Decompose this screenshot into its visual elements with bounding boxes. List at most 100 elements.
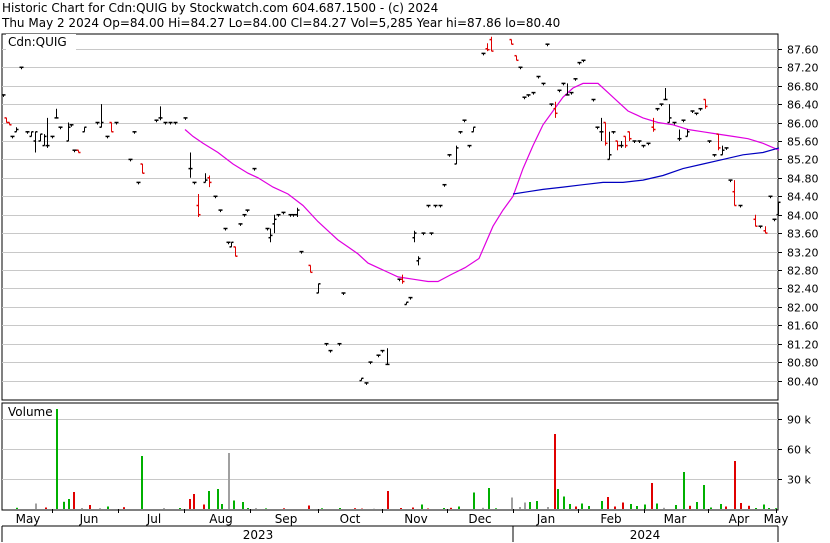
volume-bar — [141, 456, 143, 509]
volume-tick-label: 60 k — [787, 444, 811, 457]
volume-bar — [63, 501, 65, 509]
volume-bar — [755, 508, 757, 509]
volume-bar — [265, 508, 267, 509]
volume-bar — [703, 485, 705, 509]
month-label: Dec — [468, 512, 491, 526]
volume-bar — [283, 508, 285, 509]
price-tick-label: 84.40 — [787, 191, 819, 204]
volume-label: Volume — [8, 405, 53, 419]
volume-bar — [720, 504, 722, 509]
volume-bar — [734, 461, 736, 509]
price-panel — [1, 33, 779, 401]
volume-bar — [308, 505, 310, 509]
volume-bar — [217, 489, 219, 509]
year-label-2024: 2024 — [630, 528, 661, 542]
volume-bar — [748, 505, 750, 509]
volume-bar — [675, 505, 677, 509]
chart-header-line1: Historic Chart for Cdn:QUIG by Stockwatc… — [2, 1, 438, 15]
price-tick-label: 84.00 — [787, 210, 819, 223]
month-label: Sep — [275, 512, 298, 526]
price-tick-label: 87.20 — [787, 62, 819, 75]
volume-bar — [458, 506, 460, 509]
price-tick-label: 80.80 — [787, 357, 819, 370]
month-label: Nov — [404, 512, 427, 526]
volume-bar — [710, 507, 712, 509]
volume-bar — [768, 508, 770, 509]
volume-bar — [696, 502, 698, 509]
price-tick-label: 81.20 — [787, 339, 819, 352]
volume-bar — [569, 504, 571, 509]
price-tick-label: 85.60 — [787, 136, 819, 149]
volume-bar — [99, 508, 101, 509]
volume-bar — [16, 507, 18, 509]
volume-bar — [495, 508, 497, 509]
month-axis: May Jun Jul Aug Sep Oct Nov Dec Jan Feb Mar Apr May — [16, 509, 788, 526]
price-axis-ticks: 80.40 80.80 81.20 81.60 82.00 82.40 82.80 83.20… — [778, 44, 819, 389]
volume-bar — [622, 502, 624, 509]
volume-bar — [81, 508, 83, 509]
month-label: Oct — [340, 512, 361, 526]
volume-bar — [575, 506, 577, 509]
volume-bar — [354, 508, 356, 509]
volume-bar — [656, 503, 658, 509]
volume-bar — [689, 505, 691, 509]
volume-bar — [725, 506, 727, 509]
volume-tick-label: 30 k — [787, 474, 811, 487]
symbol-label: Cdn:QUIG — [8, 35, 67, 49]
volume-bar — [208, 491, 210, 509]
volume-bar — [554, 434, 556, 509]
volume-bar — [547, 507, 549, 509]
price-tick-label: 83.60 — [787, 228, 819, 241]
volume-bar — [45, 507, 47, 509]
price-tick-label: 82.00 — [787, 302, 819, 315]
price-tick-label: 86.00 — [787, 118, 819, 131]
year-label-2023: 2023 — [243, 528, 274, 542]
volume-bar — [524, 502, 526, 509]
volume-bar — [740, 503, 742, 509]
volume-bar — [421, 504, 423, 509]
volume-bar — [630, 504, 632, 509]
volume-bar — [450, 507, 452, 509]
price-tick-label: 86.40 — [787, 99, 819, 112]
volume-bar — [601, 501, 603, 509]
volume-bar — [651, 483, 653, 509]
volume-bar — [163, 508, 165, 509]
volume-bar — [473, 492, 475, 509]
volume-bar — [636, 506, 638, 509]
volume-bar — [89, 505, 91, 509]
volume-bar — [35, 503, 37, 509]
month-label: Feb — [600, 512, 621, 526]
month-label: Apr — [729, 512, 750, 526]
volume-bar — [427, 508, 429, 509]
volume-bar — [614, 506, 616, 509]
volume-bar — [536, 501, 538, 509]
volume-bar — [179, 508, 181, 509]
price-tick-label: 81.60 — [787, 320, 819, 333]
price-tick-label: 83.20 — [787, 247, 819, 260]
volume-bar — [644, 504, 646, 509]
volume-bar — [488, 488, 490, 509]
month-label: Mar — [664, 512, 687, 526]
volume-bar — [221, 504, 223, 509]
month-label: Jul — [146, 512, 161, 526]
volume-bar — [763, 504, 765, 509]
price-tick-label: 84.80 — [787, 173, 819, 186]
volume-bar — [557, 489, 559, 509]
price-tick-label: 82.80 — [787, 265, 819, 278]
month-label: Jun — [79, 512, 99, 526]
month-label: Jan — [536, 512, 556, 526]
price-tick-label: 80.40 — [787, 376, 819, 389]
volume-bar — [443, 508, 445, 509]
volume-bar — [683, 472, 685, 509]
volume-bar — [255, 508, 257, 509]
volume-bar — [387, 491, 389, 509]
price-tick-label: 82.40 — [787, 283, 819, 296]
price-tick-label: 85.20 — [787, 154, 819, 167]
volume-bar — [519, 507, 521, 509]
month-label: Aug — [209, 512, 232, 526]
price-tick-label: 87.60 — [787, 44, 819, 57]
chart-header-line2: Thu May 2 2024 Op=84.00 Hi=84.27 Lo=84.0… — [1, 16, 560, 30]
price-tick-label: 86.80 — [787, 81, 819, 94]
volume-bar — [123, 507, 125, 509]
volume-axis-ticks: 30 k 60 k 90 k — [778, 414, 811, 487]
